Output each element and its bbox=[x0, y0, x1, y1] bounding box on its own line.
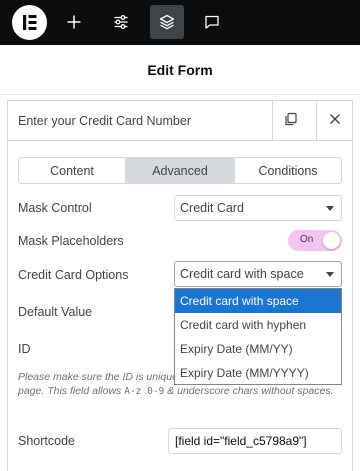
mask-control-label: Mask Control bbox=[18, 201, 92, 215]
mask-placeholders-label: Mask Placeholders bbox=[18, 234, 124, 248]
dropdown-option[interactable]: Expiry Date (MM/YYYY) bbox=[175, 361, 341, 385]
shortcode-input[interactable]: [field id="field_c5798a9"] bbox=[168, 428, 342, 454]
id-help-text-chars: A-z 0-9 bbox=[124, 385, 165, 397]
site-settings-button[interactable] bbox=[104, 5, 138, 39]
mask-control-select[interactable]: Credit Card bbox=[174, 195, 342, 221]
panel-header: Edit Form bbox=[0, 45, 360, 95]
toggle-on-text: On bbox=[300, 234, 314, 245]
mask-placeholders-toggle[interactable]: On bbox=[288, 230, 342, 251]
tab-conditions[interactable]: Conditions bbox=[235, 158, 341, 183]
dropdown-option[interactable]: Credit card with hyphen bbox=[175, 313, 341, 337]
shortcode-label: Shortcode bbox=[18, 434, 75, 448]
structure-button[interactable] bbox=[150, 5, 184, 39]
panel-title-bar: Enter your Credit Card Number bbox=[8, 101, 352, 141]
close-icon bbox=[329, 112, 341, 130]
toggle-knob bbox=[323, 232, 340, 249]
copy-icon bbox=[284, 112, 298, 131]
page-title: Edit Form bbox=[147, 61, 213, 78]
top-toolbar bbox=[0, 0, 360, 45]
panel-tabs: Content Advanced Conditions bbox=[18, 157, 342, 184]
credit-card-options-dropdown: Credit card with space Credit card with … bbox=[174, 288, 342, 385]
sliders-icon bbox=[113, 14, 129, 30]
layers-icon bbox=[159, 14, 175, 30]
dropdown-option[interactable]: Expiry Date (MM/YY) bbox=[175, 337, 341, 361]
chat-icon bbox=[204, 14, 220, 30]
plus-icon bbox=[66, 14, 82, 30]
id-help-text-part2: & underscore chars without spaces. bbox=[164, 384, 334, 397]
credit-card-options-label: Credit Card Options bbox=[18, 268, 129, 282]
close-button[interactable] bbox=[316, 101, 352, 141]
default-value-label: Default Value bbox=[18, 305, 93, 319]
chevron-down-icon bbox=[326, 272, 334, 277]
shortcode-value: [field id="field_c5798a9"] bbox=[175, 434, 307, 448]
copy-button[interactable] bbox=[272, 101, 308, 141]
add-element-button[interactable] bbox=[57, 5, 91, 39]
mask-control-value: Credit Card bbox=[180, 201, 244, 215]
credit-card-options-select[interactable]: Credit card with space bbox=[174, 261, 342, 287]
id-label: ID bbox=[18, 342, 31, 356]
tab-advanced[interactable]: Advanced bbox=[126, 158, 235, 183]
notes-button[interactable] bbox=[195, 5, 229, 39]
credit-card-options-value: Credit card with space bbox=[180, 267, 304, 281]
dropdown-option[interactable]: Credit card with space bbox=[175, 289, 341, 313]
tab-content[interactable]: Content bbox=[19, 158, 126, 183]
elementor-logo-icon[interactable] bbox=[12, 5, 47, 40]
field-title: Enter your Credit Card Number bbox=[18, 114, 191, 128]
chevron-down-icon bbox=[326, 206, 334, 211]
